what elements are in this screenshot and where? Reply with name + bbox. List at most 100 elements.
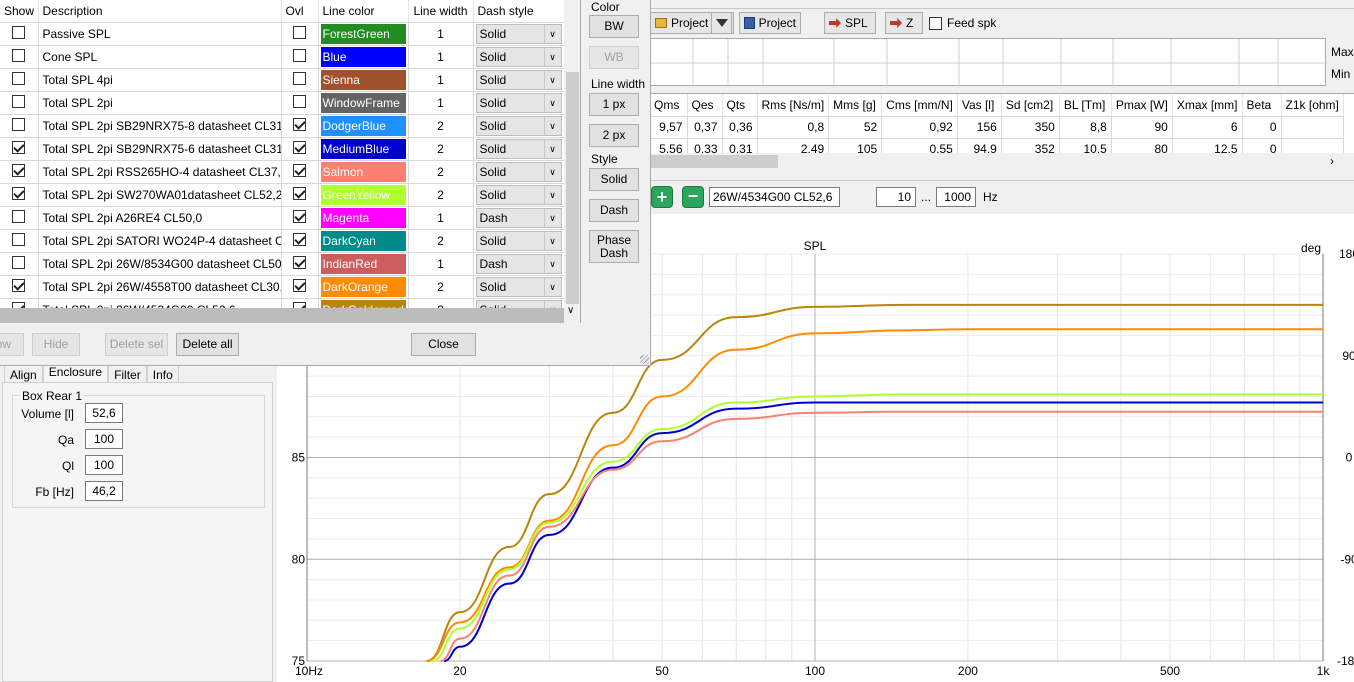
show-checkbox[interactable] — [12, 209, 26, 223]
param-cell[interactable]: 350 — [1001, 116, 1060, 139]
dash-style-select[interactable]: Solid∨ — [475, 230, 562, 251]
scroll-thumb[interactable] — [640, 155, 778, 168]
line-color-cell[interactable]: MediumBlue — [318, 137, 409, 161]
line-width-cell[interactable]: 1 — [408, 45, 474, 69]
overlay-checkbox[interactable] — [293, 117, 306, 131]
line-width-cell[interactable]: 2 — [408, 137, 474, 161]
curve-row[interactable]: Total SPL 2pi A26RE4 CL50,0 Magenta 1 Dash ∨ — [0, 206, 565, 230]
dash-style-select[interactable]: Dash ∨ — [475, 253, 562, 274]
dash-style-cell[interactable]: Solid∨ — [473, 22, 565, 46]
line-width-cell[interactable]: 2 — [408, 183, 474, 207]
dash-style-cell[interactable]: Solid∨ — [473, 229, 565, 253]
param-cell[interactable]: 0,36 — [722, 116, 758, 139]
description-cell[interactable]: Total SPL 2pi 26W/8534G00 datasheet CL50… — [38, 252, 282, 276]
description-cell[interactable]: Total SPL 2pi SATORI WO24P-4 datasheet C… — [38, 229, 282, 253]
save-project-button[interactable]: Project — [739, 12, 801, 34]
description-cell[interactable]: Cone SPL — [38, 45, 282, 69]
overlay-checkbox[interactable] — [293, 209, 306, 223]
overlay-checkbox[interactable] — [293, 186, 306, 200]
ovl-cell[interactable] — [281, 137, 319, 161]
curve-row[interactable]: Passive SPL ForestGreen 1 Solid ∨ — [0, 22, 565, 46]
param-cell[interactable]: 0,92 — [881, 116, 958, 139]
dash-style-cell[interactable]: Solid∨ — [473, 68, 565, 92]
chevron-down-icon[interactable]: ∨ — [543, 277, 561, 296]
show-cell[interactable] — [0, 22, 39, 46]
show-cell[interactable] — [0, 91, 39, 115]
overlay-checkbox[interactable] — [293, 163, 306, 177]
overlay-checkbox[interactable] — [293, 25, 306, 39]
line-width-cell[interactable]: 2 — [408, 160, 474, 184]
color-swatch[interactable]: Sienna — [320, 69, 406, 90]
description-cell[interactable]: Total SPL 2pi SB29NRX75-8 datasheet CL31… — [38, 114, 282, 138]
description-cell[interactable]: Total SPL 2pi SB29NRX75-6 datasheet CL31… — [38, 137, 282, 161]
color-swatch[interactable]: Salmon — [320, 161, 406, 182]
column-header-line-width[interactable]: Line width — [408, 0, 474, 23]
param-cell[interactable]: 0,8 — [757, 116, 830, 139]
chevron-down-icon[interactable]: ∨ — [543, 208, 561, 227]
line-color-cell[interactable]: DarkOrange — [318, 275, 409, 299]
description-cell[interactable]: Total SPL 2pi A26RE4 CL50,0 — [38, 206, 282, 230]
description-cell[interactable]: Total SPL 2pi SW270WA01datasheet CL52,2 — [38, 183, 282, 207]
column-header-ovl[interactable]: Ovl — [281, 0, 319, 23]
line-color-cell[interactable]: ForestGreen — [318, 22, 409, 46]
overlay-checkbox[interactable] — [293, 71, 306, 85]
line-1px-button[interactable]: 1 px — [589, 93, 639, 116]
chevron-down-icon[interactable]: ∨ — [543, 70, 561, 89]
dash-style-select[interactable]: Dash ∨ — [475, 207, 562, 228]
chevron-down-icon[interactable]: ∨ — [543, 47, 561, 66]
color-swatch[interactable]: DarkCyan — [320, 230, 406, 251]
dash-style-select[interactable]: Solid∨ — [475, 138, 562, 159]
show-cell[interactable] — [0, 68, 39, 92]
curve-row[interactable]: Total SPL 2pi WindowFrame 1 Solid ∨ — [0, 91, 565, 115]
color-swatch[interactable]: Blue — [320, 46, 406, 67]
color-swatch[interactable]: IndianRed — [320, 253, 406, 274]
param-cell[interactable]: 8,8 — [1059, 116, 1112, 139]
show-checkbox[interactable] — [12, 232, 26, 246]
chevron-down-icon[interactable]: ∨ — [543, 254, 561, 273]
show-checkbox[interactable] — [12, 278, 26, 292]
curve-row[interactable]: Total SPL 2pi RSS265HO-4 datasheet CL37,… — [0, 160, 565, 184]
param-cell[interactable]: 0 — [1242, 116, 1282, 139]
show-cell[interactable] — [0, 114, 39, 138]
show-checkbox[interactable] — [12, 48, 26, 62]
dash-style-cell[interactable]: Solid∨ — [473, 114, 565, 138]
curve-name-field[interactable]: 26W/4534G00 CL52,6 — [709, 187, 840, 207]
description-cell[interactable]: Passive SPL — [38, 22, 282, 46]
line-width-cell[interactable]: 1 — [408, 91, 474, 115]
delete-all-button[interactable]: Delete all — [176, 333, 239, 356]
param-row[interactable]: 9,57 0,37 0,36 0,8 52 0,92 156 350 8,8 90 6 0 — [650, 116, 1344, 139]
line-width-cell[interactable]: 2 — [408, 229, 474, 253]
param-cell[interactable]: 90 — [1111, 116, 1173, 139]
params-hscrollbar[interactable]: › — [640, 153, 1354, 170]
show-checkbox[interactable] — [12, 163, 26, 177]
dash-style-select[interactable]: Solid∨ — [475, 69, 562, 90]
color-swatch[interactable]: GreenYellow — [320, 184, 406, 205]
line-width-cell[interactable]: 1 — [408, 68, 474, 92]
description-cell[interactable]: Total SPL 2pi RSS265HO-4 datasheet CL37,… — [38, 160, 282, 184]
dash-style-select[interactable]: Solid∨ — [475, 23, 562, 44]
dash-style-select[interactable]: Solid∨ — [475, 184, 562, 205]
curve-row[interactable]: Total SPL 2pi SW270WA01datasheet CL52,2 G… — [0, 183, 565, 207]
curves-vscrollbar[interactable]: ∨ — [564, 0, 580, 323]
curve-row[interactable]: Total SPL 2pi SB29NRX75-8 datasheet CL31… — [0, 114, 565, 138]
curve-row[interactable]: Total SPL 2pi SB29NRX75-6 datasheet CL31… — [0, 137, 565, 161]
close-button[interactable]: Close — [411, 333, 476, 356]
line-color-cell[interactable]: GreenYellow — [318, 183, 409, 207]
show-cell[interactable] — [0, 137, 39, 161]
ovl-cell[interactable] — [281, 160, 319, 184]
dash-style-select[interactable]: Solid∨ — [475, 115, 562, 136]
dash-style-cell[interactable]: Dash ∨ — [473, 252, 565, 276]
dash-style-select[interactable]: Solid∨ — [475, 276, 562, 297]
curve-row[interactable]: Total SPL 4pi Sienna 1 Solid ∨ — [0, 68, 565, 92]
column-header-description[interactable]: Description — [38, 0, 282, 23]
feed-spk-checkbox[interactable]: Feed spk — [929, 16, 996, 30]
dash-style-button[interactable]: Dash — [589, 199, 639, 222]
show-checkbox[interactable] — [12, 71, 26, 85]
add-curve-button[interactable]: + — [651, 186, 673, 208]
line-color-cell[interactable]: DarkCyan — [318, 229, 409, 253]
ovl-cell[interactable] — [281, 45, 319, 69]
ovl-cell[interactable] — [281, 206, 319, 230]
color-swatch[interactable]: WindowFrame — [320, 92, 406, 113]
checkbox-box[interactable] — [929, 16, 942, 30]
dash-style-cell[interactable]: Solid∨ — [473, 275, 565, 299]
